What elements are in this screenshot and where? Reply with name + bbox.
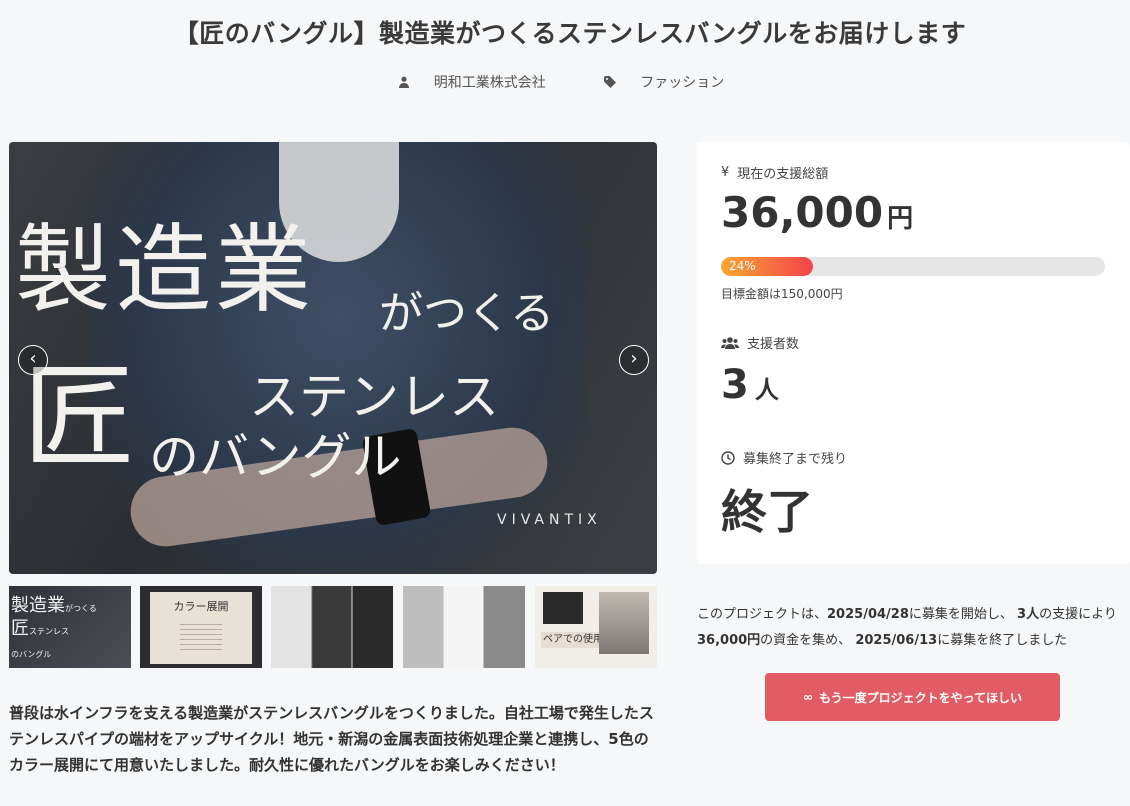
supporters-label-row: 支援者数 — [721, 333, 799, 352]
summary-amount: 36,000円 — [697, 633, 761, 648]
thumbnail-1-small3: のバングル — [11, 650, 52, 659]
users-icon — [721, 336, 739, 349]
thumbnail-1-line2: 匠 — [11, 618, 29, 639]
company-link[interactable]: 明和工業株式会社 — [398, 72, 564, 92]
summary-text-2: に募集を開始し、 — [908, 607, 1013, 622]
thumbnail-2[interactable]: カラー展開 — [140, 586, 262, 668]
summary-text-3: の支援により — [1039, 607, 1117, 622]
thumbnail-strip: 製造業がつくる 匠ステンレス のバングル カラー展開 ペアでの使用も — [9, 586, 659, 668]
thumbnail-5-box — [543, 592, 583, 624]
supporters-count: 3人 — [721, 362, 779, 408]
hero-text-line1: 製造業 — [15, 214, 315, 326]
thumbnail-5[interactable]: ペアでの使用も — [535, 586, 657, 668]
hero-text-big: 匠 — [23, 353, 135, 483]
total-label: 現在の支援総額 — [737, 167, 829, 182]
category-link[interactable]: ファッション — [604, 72, 742, 92]
remaining-label-row: 募集終了まで残り — [721, 448, 847, 467]
summary-text-5: に募集を終了しました — [937, 633, 1068, 648]
progress-fill: 24% — [721, 257, 814, 276]
summary-text-1: このプロジェクトは、 — [697, 607, 828, 622]
total-amount: 36,000 円 — [721, 188, 913, 237]
summary-end-date: 2025/06/13 — [855, 633, 938, 648]
project-summary: このプロジェクトは、2025/04/28に募集を開始し、 3人の支援により 36,… — [697, 602, 1130, 654]
hero-image: 製造業 がつくる 匠 ステンレス のバングル VIVANTIX ‹ › — [9, 142, 657, 574]
supporters-label: 支援者数 — [747, 337, 800, 352]
goal-text: 目標金額は150,000円 — [721, 287, 843, 301]
company-name: 明和工業株式会社 — [433, 75, 546, 91]
request-again-label: もう一度プロジェクトをやってほしい — [818, 690, 1023, 705]
thumbnail-1-line1: 製造業 — [11, 595, 65, 616]
thumbnail-2-card: カラー展開 — [150, 592, 252, 664]
hero-text-stainless: ステンレス — [249, 368, 499, 426]
supporters-unit: 人 — [754, 376, 779, 404]
thumbnail-1-small1: がつくる — [65, 604, 97, 613]
thumbnail-1[interactable]: 製造業がつくる 匠ステンレス のバングル — [9, 586, 131, 668]
hero-text-bangle: のバングル — [149, 428, 402, 486]
hero-text-line1-small: がつくる — [379, 288, 555, 339]
remaining-value: 終了 — [721, 485, 813, 539]
stats-panel: ¥ 現在の支援総額 36,000 円 24% 目標金額は150,000円 支援者数… — [697, 142, 1130, 564]
category-name: ファッション — [640, 75, 725, 91]
thumbnail-4[interactable] — [403, 586, 525, 668]
project-meta: 明和工業株式会社 ファッション — [0, 72, 1130, 92]
summary-start-date: 2025/04/28 — [827, 607, 909, 622]
clock-icon — [721, 450, 735, 465]
total-unit: 円 — [887, 204, 914, 234]
summary-text-4: の資金を集め、 — [760, 633, 852, 648]
thumbnail-3[interactable] — [271, 586, 393, 668]
summary-backers: 3人 — [1017, 607, 1040, 622]
hero-brand: VIVANTIX — [497, 512, 602, 528]
total-value: 36,000 — [721, 188, 884, 237]
request-again-button[interactable]: ∞ もう一度プロジェクトをやってほしい — [765, 673, 1060, 721]
yen-icon: ¥ — [721, 165, 730, 180]
supporters-value: 3 — [721, 362, 749, 408]
carousel-prev-button[interactable]: ‹ — [18, 345, 48, 375]
thumbnail-2-list — [180, 620, 222, 650]
total-label-row: ¥ 現在の支援総額 — [721, 163, 828, 182]
thumbnail-1-text: 製造業がつくる 匠ステンレス のバングル — [11, 596, 97, 665]
infinity-icon: ∞ — [802, 690, 813, 704]
progress-bar: 24% — [721, 257, 1105, 276]
tag-icon — [604, 76, 617, 88]
project-description: 普段は水インフラを支える製造業がステンレスバングルをつくりました。自社工場で発生… — [9, 704, 654, 774]
thumbnail-2-label: カラー展開 — [173, 600, 229, 613]
remaining-label: 募集終了まで残り — [743, 452, 848, 467]
user-icon — [398, 76, 409, 88]
thumbnail-1-small2: ステンレス — [29, 627, 69, 636]
carousel-next-button[interactable]: › — [619, 345, 649, 375]
thumbnail-5-photo — [599, 592, 649, 654]
page-title: 【匠のバングル】製造業がつくるステンレスバングルをお届けします — [173, 19, 967, 48]
